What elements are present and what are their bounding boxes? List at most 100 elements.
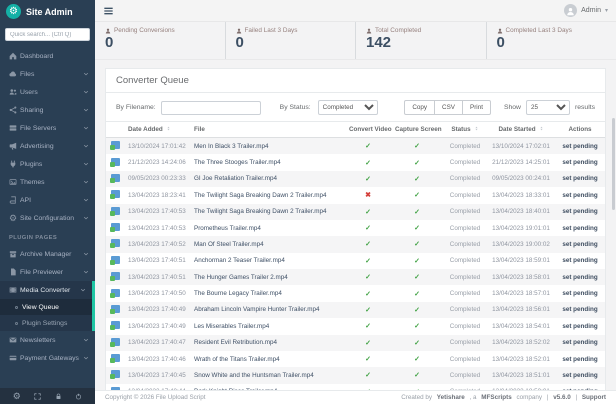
actions-cell: set pending bbox=[555, 154, 605, 170]
version-label: v5.6.0 bbox=[553, 394, 571, 401]
envelope-icon bbox=[9, 336, 20, 344]
table-row: 13/04/2023 17:40:49 Abraham Lincoln Vampi… bbox=[106, 301, 605, 319]
menu-toggle-icon[interactable] bbox=[103, 6, 114, 16]
date-started-cell: 13/04/2023 18:40:01 bbox=[492, 208, 550, 216]
set-pending-link[interactable]: set pending bbox=[562, 143, 597, 150]
status-cell: Completed bbox=[449, 257, 481, 265]
date-added-cell: 13/04/2023 17:40:53 bbox=[128, 224, 186, 232]
set-pending-link[interactable]: set pending bbox=[562, 306, 597, 313]
set-pending-link[interactable]: set pending bbox=[562, 192, 597, 199]
sidebar-item-archive-manager[interactable]: Archive Manager bbox=[0, 245, 95, 263]
check-icon: ✓ bbox=[365, 274, 371, 282]
filename-filter-input[interactable] bbox=[160, 100, 261, 115]
file-icon-cell bbox=[106, 318, 124, 334]
table-row: 13/04/2023 17:40:46 Wrath of the Titans T… bbox=[106, 351, 605, 367]
actions-cell: set pending bbox=[555, 138, 605, 155]
sidebar-item-label: Plugins bbox=[20, 160, 43, 168]
topbar: Admin ▾ bbox=[95, 0, 616, 22]
set-pending-link[interactable]: set pending bbox=[562, 257, 597, 264]
scrollbar[interactable] bbox=[612, 118, 615, 210]
content: Converter Queue By Filename: By Status: … bbox=[95, 60, 616, 390]
column-label: File bbox=[194, 126, 205, 133]
set-pending-link[interactable]: set pending bbox=[562, 372, 597, 379]
sidebar-item-label: Site Configuration bbox=[20, 214, 75, 222]
col-status[interactable]: Status bbox=[443, 121, 487, 138]
sidebar-item-media-converter[interactable]: Media Converter bbox=[0, 281, 92, 299]
credits: Created by Yetishare , a MFScripts compa… bbox=[398, 394, 606, 401]
company-name[interactable]: MFScripts bbox=[481, 394, 511, 401]
actions-cell: set pending bbox=[555, 302, 605, 318]
sidebar-item-advertising[interactable]: Advertising bbox=[0, 137, 95, 155]
sidebar-item-payment-gateways[interactable]: Payment Gateways bbox=[0, 349, 95, 367]
power-icon[interactable] bbox=[75, 393, 82, 400]
video-file-icon bbox=[109, 321, 120, 331]
set-pending-link[interactable]: set pending bbox=[562, 274, 597, 281]
col-date-added[interactable]: Date Added bbox=[124, 121, 190, 138]
sidebar-item-label: Advertising bbox=[20, 142, 54, 150]
sidebar-item-file-previewer[interactable]: File Previewer bbox=[0, 263, 95, 281]
status-cell: Completed bbox=[449, 306, 481, 314]
sidebar-subitem-plugin-settings[interactable]: Plugin Settings bbox=[0, 315, 92, 331]
brand-name[interactable]: Yetishare bbox=[437, 394, 465, 401]
sidebar-item-newsletters[interactable]: Newsletters bbox=[0, 331, 95, 349]
sidebar-item-file-servers[interactable]: File Servers bbox=[0, 119, 95, 137]
status-cell: Completed bbox=[449, 208, 481, 216]
page-title: Converter Queue bbox=[106, 69, 605, 93]
file-icon-cell bbox=[106, 236, 124, 252]
results-label: results bbox=[574, 104, 595, 111]
set-pending-link[interactable]: set pending bbox=[562, 175, 597, 182]
set-pending-link[interactable]: set pending bbox=[562, 225, 597, 232]
sidebar-item-users[interactable]: Users bbox=[0, 83, 95, 101]
sidebar-item-themes[interactable]: Themes bbox=[0, 173, 95, 191]
copy-button[interactable]: Copy bbox=[404, 100, 436, 115]
chevron-down-icon bbox=[81, 355, 89, 361]
sidebar-subitem-view-queue[interactable]: View Queue bbox=[0, 299, 92, 315]
check-icon: ✓ bbox=[414, 372, 420, 380]
convert-video-cell: ✓ bbox=[345, 204, 391, 220]
file-name-cell: Man Of Steel Trailer.mp4 bbox=[194, 240, 264, 248]
sidebar-item-api[interactable]: API bbox=[0, 191, 95, 209]
file-name-cell: Snow White and the Huntsman Trailer.mp4 bbox=[194, 371, 314, 379]
check-icon: ✓ bbox=[414, 192, 420, 200]
set-pending-link[interactable]: set pending bbox=[562, 290, 597, 297]
stats-row: Pending Conversions 0 Failed Last 3 Days 0 T… bbox=[95, 22, 616, 60]
footer: Copyright © 2026 File Upload Script Crea… bbox=[95, 390, 616, 404]
convert-video-cell: ✓ bbox=[345, 318, 391, 334]
page-size-select[interactable]: 25 bbox=[525, 100, 570, 115]
credits-suffix: company bbox=[516, 394, 543, 401]
column-label: Date Started bbox=[498, 126, 536, 133]
set-pending-link[interactable]: set pending bbox=[562, 241, 597, 248]
date-started-cell: 13/04/2023 18:52:01 bbox=[492, 355, 550, 363]
chevron-down-icon bbox=[78, 287, 86, 293]
capture-screen-cell: ✓ bbox=[391, 204, 443, 220]
admin-menu[interactable]: Admin ▾ bbox=[564, 4, 608, 17]
set-pending-link[interactable]: set pending bbox=[562, 159, 597, 166]
set-pending-link[interactable]: set pending bbox=[562, 208, 597, 215]
sidebar-item-plugins[interactable]: Plugins bbox=[0, 155, 95, 173]
gear-icon[interactable]: ⚙ bbox=[13, 392, 21, 401]
stat-value: 0 bbox=[235, 34, 244, 51]
stat-value: 0 bbox=[496, 34, 505, 51]
sidebar-item-sharing[interactable]: Sharing bbox=[0, 101, 95, 119]
sidebar-item-dashboard[interactable]: Dashboard bbox=[0, 47, 95, 65]
support-link[interactable]: Support bbox=[582, 394, 606, 401]
date-started-cell: 13/04/2023 18:54:01 bbox=[492, 322, 550, 330]
sidebar-search-input[interactable] bbox=[5, 28, 90, 41]
sidebar-item-files[interactable]: Files bbox=[0, 65, 95, 83]
sidebar-item-site-configuration[interactable]: ⚙ Site Configuration bbox=[0, 209, 95, 227]
status-filter-select[interactable]: Completed bbox=[317, 100, 378, 115]
sort-icon[interactable] bbox=[539, 125, 544, 134]
set-pending-link[interactable]: set pending bbox=[562, 339, 597, 346]
gear-icon: ⚙ bbox=[9, 213, 18, 223]
sort-icon[interactable] bbox=[166, 125, 171, 134]
expand-icon[interactable] bbox=[34, 392, 41, 400]
csv-button[interactable]: CSV bbox=[435, 100, 463, 115]
set-pending-link[interactable]: set pending bbox=[562, 323, 597, 330]
col-date-started[interactable]: Date Started bbox=[487, 121, 555, 138]
print-button[interactable]: Print bbox=[463, 100, 491, 115]
credits-prefix: Created by bbox=[401, 394, 433, 401]
sort-icon[interactable] bbox=[474, 125, 479, 134]
convert-video-cell: ✖ bbox=[345, 187, 391, 203]
lock-icon[interactable] bbox=[55, 393, 62, 400]
set-pending-link[interactable]: set pending bbox=[562, 356, 597, 363]
